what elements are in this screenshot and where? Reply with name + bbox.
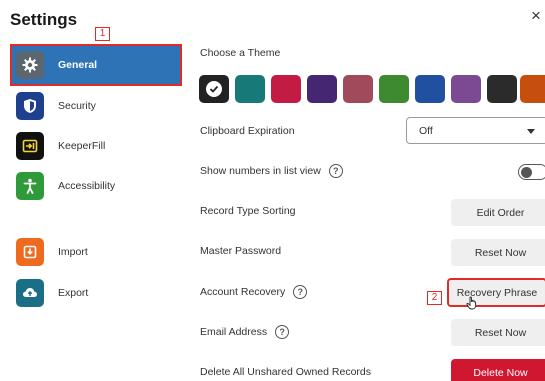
- email-address-text: Email Address: [200, 326, 268, 338]
- show-numbers-toggle[interactable]: [518, 164, 545, 180]
- theme-swatch[interactable]: [415, 75, 445, 103]
- email-address-label: Email Address ?: [200, 325, 290, 339]
- keeperfill-icon: [16, 132, 44, 160]
- clipboard-expiration-select[interactable]: Off: [406, 117, 545, 144]
- settings-title: Settings: [10, 10, 78, 29]
- sidebar-item-label: Export: [58, 287, 89, 299]
- sidebar-item-keeperfill[interactable]: KeeperFill: [10, 125, 182, 167]
- theme-swatch[interactable]: [451, 75, 481, 103]
- theme-swatch[interactable]: [235, 75, 265, 103]
- theme-swatch[interactable]: [271, 75, 301, 103]
- show-numbers-text: Show numbers in list view: [200, 165, 321, 177]
- reset-email-button[interactable]: Reset Now: [451, 319, 545, 346]
- recovery-phrase-button[interactable]: Recovery Phrase: [447, 278, 545, 307]
- hand-cursor-icon: [466, 296, 478, 315]
- help-icon[interactable]: ?: [275, 325, 290, 339]
- delete-now-button[interactable]: Delete Now: [451, 359, 545, 381]
- toggle-knob: [521, 166, 532, 178]
- step-2-annotation: 2: [427, 291, 442, 305]
- sidebar-item-label: KeeperFill: [58, 140, 106, 152]
- account-recovery-text: Account Recovery: [200, 286, 286, 298]
- shield-icon: [16, 92, 44, 120]
- help-icon[interactable]: ?: [328, 164, 343, 178]
- sidebar-item-import[interactable]: Import: [10, 231, 182, 273]
- sidebar-item-label: Accessibility: [58, 180, 116, 192]
- theme-swatch[interactable]: [379, 75, 409, 103]
- sidebar-item-general[interactable]: General: [10, 44, 182, 86]
- show-numbers-label: Show numbers in list view ?: [200, 164, 343, 178]
- theme-swatch[interactable]: [199, 75, 229, 103]
- edit-order-button[interactable]: Edit Order: [451, 199, 545, 226]
- record-type-sorting-label: Record Type Sorting: [200, 205, 296, 217]
- account-recovery-label: Account Recovery ?: [200, 285, 308, 299]
- close-icon[interactable]: ×: [531, 7, 541, 24]
- import-icon: [16, 238, 44, 266]
- theme-swatch[interactable]: [307, 75, 337, 103]
- sidebar-item-label: Import: [58, 246, 88, 258]
- export-icon: [16, 279, 44, 307]
- sidebar-item-accessibility[interactable]: Accessibility: [10, 165, 182, 207]
- reset-master-password-button[interactable]: Reset Now: [451, 239, 545, 266]
- sidebar-item-label: Security: [58, 100, 96, 112]
- help-icon[interactable]: ?: [293, 285, 308, 299]
- chevron-down-icon: [527, 129, 535, 134]
- theme-swatch[interactable]: [487, 75, 517, 103]
- sidebar-item-label: General: [58, 59, 98, 71]
- accessibility-icon: [16, 172, 44, 200]
- theme-label: Choose a Theme: [200, 47, 281, 59]
- theme-swatch[interactable]: [343, 75, 373, 103]
- theme-swatch[interactable]: [520, 75, 545, 103]
- sidebar-item-security[interactable]: Security: [10, 85, 182, 127]
- check-icon: [206, 81, 222, 97]
- clipboard-expiration-label: Clipboard Expiration: [200, 125, 295, 137]
- step-1-annotation: 1: [95, 27, 110, 41]
- gear-icon: [16, 51, 44, 79]
- sidebar-item-export[interactable]: Export: [10, 272, 182, 314]
- delete-records-label: Delete All Unshared Owned Records: [200, 366, 372, 378]
- master-password-label: Master Password: [200, 245, 282, 257]
- select-value: Off: [419, 124, 433, 137]
